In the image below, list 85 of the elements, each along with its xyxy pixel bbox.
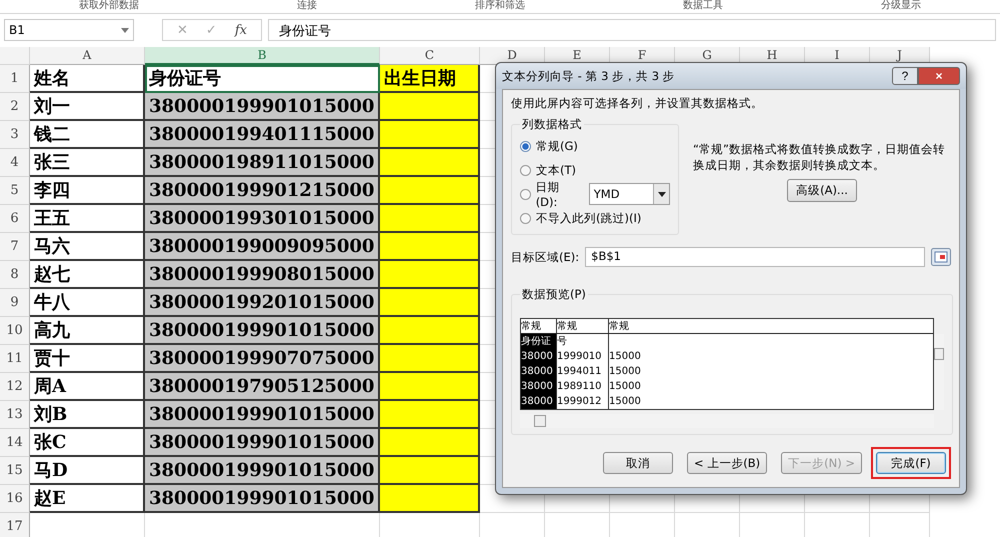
help-button[interactable]: ? [892,67,918,85]
row-header[interactable]: 15 [0,457,30,485]
row-header[interactable]: 11 [0,345,30,373]
dialog-button[interactable]: 取消 [602,452,673,474]
radio-button[interactable] [520,212,531,224]
row-header[interactable]: 5 [0,177,30,205]
table-cell: 380000199901015000 [145,401,380,429]
ribbon-group-label: 分级显示 [880,0,922,13]
table-cell: 380000198911015000 [145,149,380,177]
preview-cell: 1999012 [557,394,609,409]
preview-cell: 1989110 [557,379,609,394]
preview-cell: 1994011 [557,364,609,379]
description-text: “常规”数据格式将数值转换成数字，日期值会转换成日期，其余数据则转换成文本。 [693,141,946,173]
preview-column-header[interactable]: 常规 [609,319,933,333]
radio-label: 常规(G) [536,138,578,154]
table-cell: 380000199401115000 [145,121,380,149]
destination-field[interactable]: $B$1 [585,247,925,267]
range-picker-icon[interactable] [931,248,951,266]
instruction-text: 使用此屏内容可选择各列，并设置其数据格式。 [511,96,764,111]
preview-cell-text: 15000 [609,365,642,379]
table-cell: 出生日期 [380,65,480,93]
preview-cell: 38000 [521,364,557,379]
row-header[interactable]: 16 [0,485,30,513]
advanced-button[interactable]: 高级(A)... [787,179,857,202]
row-header[interactable]: 13 [0,401,30,429]
preview-column-header[interactable]: 常规 [521,319,557,333]
date-format-dropdown[interactable]: YMD [588,183,670,205]
preview-cell: 身份证 [521,334,557,349]
table-cell: 380000199201015000 [145,289,380,317]
window-title: 文本分列向导 - 第 3 步，共 3 步 [502,68,675,84]
dialog-button[interactable]: 完成(F) [876,452,946,474]
radio-label: 日期(D): [536,180,561,208]
table-cell: 380000199009095000 [145,233,380,261]
table-cell: 380000199907075000 [145,345,380,373]
radio-button[interactable] [520,188,531,200]
row-header[interactable]: 1 [0,65,30,93]
row-header[interactable]: 6 [0,205,30,233]
formula-field[interactable]: 身份证号 [268,19,996,41]
table-cell: 380000199901015000 [145,429,380,457]
row-header[interactable]: 3 [0,121,30,149]
row-header[interactable]: 12 [0,373,30,401]
dropdown-arrow-icon[interactable] [121,28,129,32]
group-title: 数据预览(P) [521,287,587,302]
function-icon[interactable]: fx [234,22,247,38]
preview-cell: 38000 [521,394,557,409]
radio-button[interactable] [520,140,531,152]
row-header[interactable]: 8 [0,261,30,289]
row-header[interactable]: 4 [0,149,30,177]
radio-label: 不导入此列(跳过)(I) [536,210,642,226]
ribbon-group-label: 数据工具 [682,0,724,13]
row-header[interactable]: 14 [0,429,30,457]
name-box[interactable]: B1 [4,19,134,41]
row-header[interactable]: 7 [0,233,30,261]
column-header[interactable]: A [30,47,145,65]
table-cell: 380000199901015000 [145,457,380,485]
row-header[interactable]: 9 [0,289,30,317]
row-header[interactable]: 2 [0,93,30,121]
preview-cell: 号 [557,334,609,349]
table-cell: 380000199901215000 [145,177,380,205]
close-button[interactable]: × [918,67,960,85]
table-cell: 380000199301015000 [145,205,380,233]
select-all-corner[interactable] [0,47,30,65]
radio-label: 文本(T) [536,162,576,178]
preview-cell: 1999010 [557,349,609,364]
column-header[interactable]: B [145,47,380,65]
preview-cell: 38000 [521,349,557,364]
row-header[interactable]: 17 [0,513,30,537]
preview-column-header[interactable]: 常规 [557,319,609,333]
ribbon-group-label: 连接 [296,0,318,13]
table-cell: 身份证号 [145,65,380,93]
row-header[interactable]: 10 [0,317,30,345]
table-cell: 380000197905125000 [145,373,380,401]
field-label: 目标区域(E): [511,250,580,264]
radio-button[interactable] [520,164,531,176]
preview-cell-text: 15000 [609,395,642,409]
preview-cell-text: 15000 [609,350,642,364]
table-cell: 380000199901015000 [145,485,380,513]
preview-cell: 38000 [521,379,557,394]
dialog-button[interactable]: < 上一步(B) [686,452,768,474]
preview-cell-text: 15000 [609,380,642,394]
table-cell: 380000199901015000 [145,317,380,345]
column-header[interactable]: C [380,47,480,65]
group-title: 列数据格式 [521,117,583,132]
table-cell: 380000199908015000 [145,261,380,289]
table-cell: 380000199901015000 [145,93,380,121]
